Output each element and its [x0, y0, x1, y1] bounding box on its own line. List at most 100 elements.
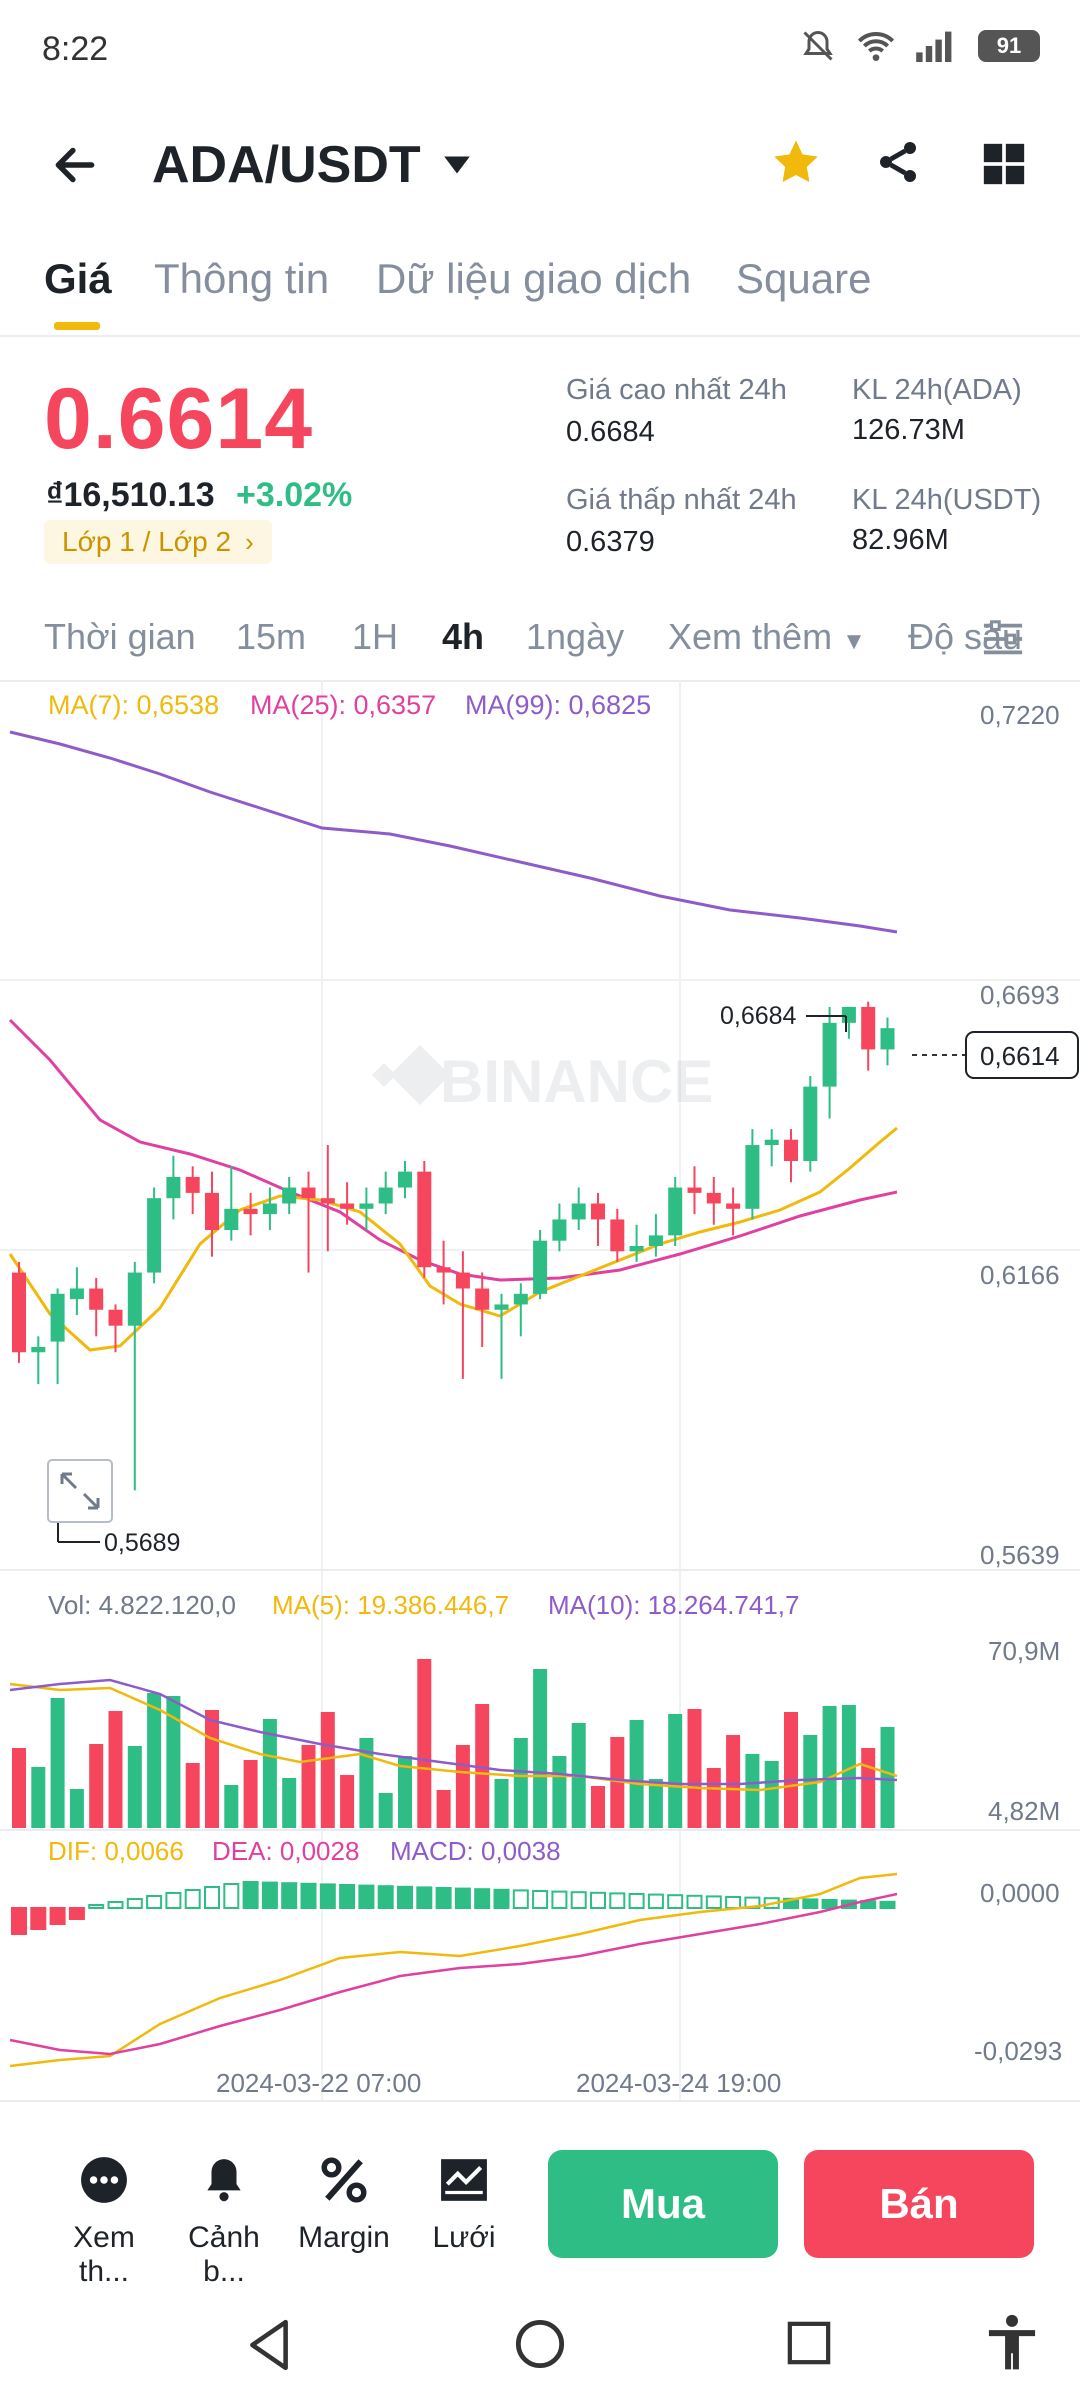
- tab-square[interactable]: Square: [736, 255, 871, 303]
- vol-quote-label: KL 24h(USDT): [852, 484, 1042, 516]
- status-bar: 8:22 91: [0, 0, 1080, 100]
- candle-body: [69, 1288, 84, 1300]
- vol-y-bottom: 4,82M: [988, 1796, 1060, 1826]
- candle-body: [571, 1203, 586, 1220]
- y-label-4: 0,5639: [980, 1540, 1060, 1570]
- chart-area[interactable]: BINANCE MA(7): 0,6538 MA(25): 0,6357 MA(…: [0, 680, 1080, 2100]
- low-24h-value: 0.6379: [566, 526, 655, 558]
- grid-tool[interactable]: Lưới: [404, 2155, 524, 2255]
- wifi-icon: [857, 32, 895, 61]
- candle-body: [166, 1176, 181, 1199]
- y-label-2: 0,6693: [980, 980, 1060, 1010]
- sell-button[interactable]: Bán: [804, 2150, 1034, 2258]
- star-icon[interactable]: [770, 136, 822, 188]
- interval-1d[interactable]: 1ngày: [526, 616, 624, 658]
- high-24h-label: Giá cao nhất 24h: [566, 374, 787, 406]
- candle-body: [629, 1245, 644, 1252]
- layer-tag[interactable]: Lớp 1 / Lớp 2 ›: [44, 520, 272, 564]
- y-label-3: 0,6166: [980, 1260, 1060, 1290]
- chevron-down-icon[interactable]: [440, 150, 474, 180]
- chart-settings-icon[interactable]: [980, 618, 1026, 660]
- macd-bar: [242, 1881, 259, 1909]
- bell-off-icon: [803, 30, 833, 61]
- macd-bar: [204, 1886, 220, 1909]
- ma25-legend: MA(25): 0,6357: [250, 690, 436, 720]
- pair-title[interactable]: ADA/USDT: [152, 135, 421, 195]
- dea-line: [9, 1892, 898, 2056]
- macd-bar: [319, 1883, 336, 1910]
- macd-bar: [454, 1887, 471, 1909]
- margin-tool-label: Margin: [298, 2221, 390, 2254]
- volume-bar: [784, 1712, 798, 1828]
- macd-bar: [339, 1884, 356, 1909]
- interval-4h[interactable]: 4h: [442, 616, 484, 658]
- volume-bar: [436, 1790, 451, 1828]
- high-24h-value: 0.6684: [566, 416, 655, 448]
- candle-body: [764, 1139, 779, 1146]
- macd-bar: [126, 1898, 143, 1909]
- system-nav-bar: [0, 2290, 1080, 2408]
- macd-bar: [416, 1886, 433, 1910]
- accessibility-icon[interactable]: [984, 2314, 1040, 2374]
- macd-bar: [11, 1907, 27, 1935]
- alert-tool-label: Cảnh b...: [188, 2221, 260, 2288]
- vol-base-label: KL 24h(ADA): [852, 374, 1022, 406]
- macd-bar: [165, 1892, 182, 1909]
- volume-bar: [50, 1698, 65, 1828]
- alert-tool[interactable]: Cảnh b...: [164, 2155, 284, 2289]
- nav-recents-icon[interactable]: [786, 2320, 832, 2366]
- ma7-line: [8, 1126, 898, 1352]
- x-label-1: 2024-03-22 07:00: [216, 2068, 421, 2098]
- volume-bar: [224, 1785, 239, 1828]
- volume-bars: [12, 1659, 895, 1828]
- macd-bar: [358, 1884, 375, 1909]
- macd-bar: [107, 1901, 124, 1909]
- interval-more[interactable]: Xem thêm ▼: [668, 616, 866, 658]
- macd-legend: MACD: 0,0038: [390, 1836, 561, 1866]
- more-tool-label: Xem th...: [73, 2221, 135, 2288]
- volume-bar: [340, 1775, 355, 1828]
- margin-tool[interactable]: Margin: [284, 2155, 404, 2255]
- back-arrow-icon[interactable]: [48, 140, 102, 190]
- volume-bar: [205, 1710, 219, 1828]
- volume-bar: [185, 1763, 200, 1828]
- candle-body: [89, 1288, 104, 1310]
- buy-button[interactable]: Mua: [548, 2150, 778, 2258]
- macd-bar: [512, 1889, 529, 1910]
- nav-home-icon[interactable]: [514, 2318, 566, 2370]
- high-marker: 0,6684: [720, 1002, 797, 1030]
- nav-back-icon[interactable]: [244, 2318, 294, 2372]
- tab-info[interactable]: Thông tin: [154, 255, 329, 303]
- candlestick-chart[interactable]: BINANCE MA(7): 0,6538 MA(25): 0,6357 MA(…: [0, 680, 1080, 2100]
- interval-time[interactable]: Thời gian: [44, 616, 196, 658]
- candle-body: [50, 1293, 65, 1342]
- grid-tool-label: Lưới: [432, 2221, 496, 2254]
- signal-icon: [916, 31, 952, 62]
- chevron-right-icon: ›: [245, 526, 254, 557]
- interval-15m[interactable]: 15m: [236, 616, 306, 658]
- vol-quote-value: 82.96M: [852, 524, 949, 556]
- caret-down-icon: ▼: [842, 628, 866, 655]
- macd-bar: [223, 1883, 240, 1909]
- tab-trading-data[interactable]: Dữ liệu giao dịch: [376, 255, 691, 303]
- more-tool[interactable]: Xem th...: [44, 2155, 164, 2289]
- candle-body: [494, 1304, 509, 1310]
- candle-body: [417, 1171, 432, 1268]
- macd-histogram: [11, 1881, 896, 1935]
- share-icon[interactable]: [874, 138, 922, 186]
- macd-bar: [435, 1887, 452, 1909]
- candle-body: [31, 1346, 46, 1353]
- tab-price[interactable]: Giá: [44, 255, 112, 303]
- ma99-line: [9, 730, 898, 934]
- candle-body: [648, 1235, 663, 1246]
- fullscreen-button[interactable]: [47, 1459, 113, 1523]
- grid-menu-icon[interactable]: [982, 142, 1026, 186]
- macd-bar: [377, 1885, 394, 1909]
- candle-body: [282, 1187, 297, 1204]
- vol-legend: Vol: 4.822.120,0: [48, 1590, 236, 1620]
- candle-body: [861, 1006, 876, 1050]
- candle-body: [378, 1187, 393, 1204]
- volume-bar: [147, 1693, 162, 1828]
- interval-1h[interactable]: 1H: [352, 616, 398, 658]
- interval-more-label: Xem thêm: [668, 616, 833, 657]
